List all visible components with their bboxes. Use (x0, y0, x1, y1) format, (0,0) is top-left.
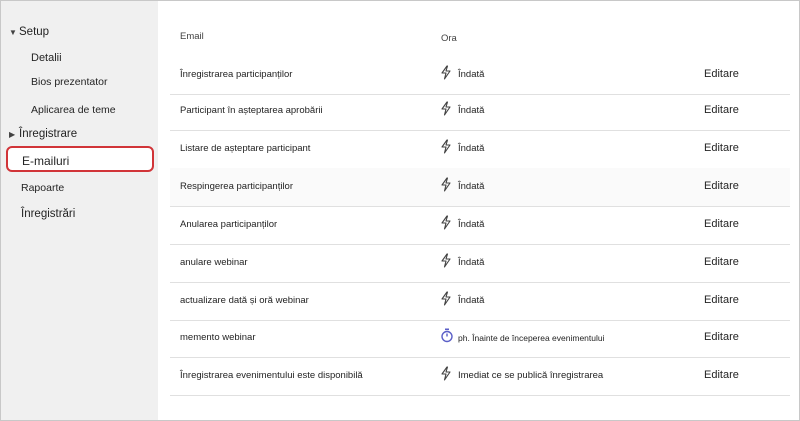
edit-button[interactable]: Editare (704, 294, 739, 306)
nav-inregistrare-label: Înregistrare (19, 128, 78, 140)
lightning-icon (440, 177, 454, 193)
email-name: Participant în așteptarea aprobării (180, 105, 323, 116)
timer-icon (440, 328, 454, 344)
send-time: Îndată (458, 257, 485, 268)
nav-aplicarea-de-teme[interactable]: Aplicarea de teme (31, 104, 116, 116)
send-time: Îndată (458, 69, 485, 80)
email-name: memento webinar (180, 332, 256, 343)
lightning-icon (440, 65, 454, 81)
table-row: Anularea participanților Îndată Editare (170, 206, 790, 245)
edit-button[interactable]: Editare (704, 218, 739, 230)
edit-button[interactable]: Editare (704, 256, 739, 268)
email-name: Listare de așteptare participant (180, 143, 311, 154)
nav-setup-label: Setup (19, 26, 50, 38)
lightning-icon (440, 291, 454, 307)
table-row: Participant în așteptarea aprobării Îndat… (170, 92, 790, 131)
edit-button[interactable]: Editare (704, 369, 739, 381)
nav-setup[interactable]: ▼ Setup (9, 26, 49, 38)
email-table: Email Ora Înregistrarea participanților Î… (158, 1, 799, 420)
edit-button[interactable]: Editare (704, 68, 739, 80)
email-name: actualizare dată și oră webinar (180, 295, 309, 306)
table-row: actualizare dată și oră webinar Îndată Edi… (170, 282, 790, 321)
send-time: ph. Înainte de începerea evenimentului (458, 333, 605, 343)
send-time: Îndată (458, 181, 485, 192)
sidebar: ▼ Setup Detalii Bios prezentator Aplicare… (1, 1, 158, 420)
lightning-icon (440, 215, 454, 231)
column-header-ora: Ora (441, 33, 457, 44)
lightning-icon (440, 253, 454, 269)
email-name: Respingerea participanților (180, 181, 294, 192)
email-name: anulare webinar (180, 257, 248, 268)
table-row: Respingerea participanților Îndată Editare (170, 168, 790, 207)
send-time: Îndată (458, 143, 485, 154)
nav-rapoarte[interactable]: Rapoarte (21, 182, 64, 194)
send-time: Îndată (458, 295, 485, 306)
edit-button[interactable]: Editare (704, 142, 739, 154)
email-name: Anularea participanților (180, 219, 278, 230)
table-row: Înregistrarea participanților Îndată Edita… (170, 56, 790, 95)
table-row: memento webinar ph. Înainte de începerea … (170, 319, 790, 358)
edit-button[interactable]: Editare (704, 104, 739, 116)
column-header-email: Email (180, 31, 204, 42)
send-time: Îndată (458, 105, 485, 116)
send-time: Imediat ce se publică înregistrarea (458, 370, 604, 381)
nav-emails-selected[interactable]: E-mailuri (6, 146, 154, 172)
nav-inregistrari[interactable]: Înregistrări (21, 208, 75, 220)
nav-detalii[interactable]: Detalii (31, 52, 62, 64)
caret-down-icon: ▼ (9, 28, 17, 37)
lightning-icon (440, 139, 454, 155)
edit-button[interactable]: Editare (704, 331, 739, 343)
lightning-icon (440, 366, 454, 382)
lightning-icon (440, 101, 454, 117)
email-name: Înregistrarea evenimentului este disponi… (180, 370, 363, 381)
table-row: Listare de așteptare participant Îndată Ed… (170, 130, 790, 169)
nav-inregistrare[interactable]: ▶ Înregistrare (9, 128, 77, 140)
nav-emails-label: E-mailuri (22, 154, 70, 168)
table-row: anulare webinar Îndată Editare (170, 244, 790, 283)
send-time: Îndată (458, 219, 485, 230)
nav-bios-prezentator[interactable]: Bios prezentator (31, 76, 107, 88)
edit-button[interactable]: Editare (704, 180, 739, 192)
app-frame: ▼ Setup Detalii Bios prezentator Aplicare… (0, 0, 800, 421)
table-row: Înregistrarea evenimentului este disponi… (170, 357, 790, 396)
email-name: Înregistrarea participanților (180, 69, 293, 80)
caret-right-icon: ▶ (9, 130, 16, 139)
